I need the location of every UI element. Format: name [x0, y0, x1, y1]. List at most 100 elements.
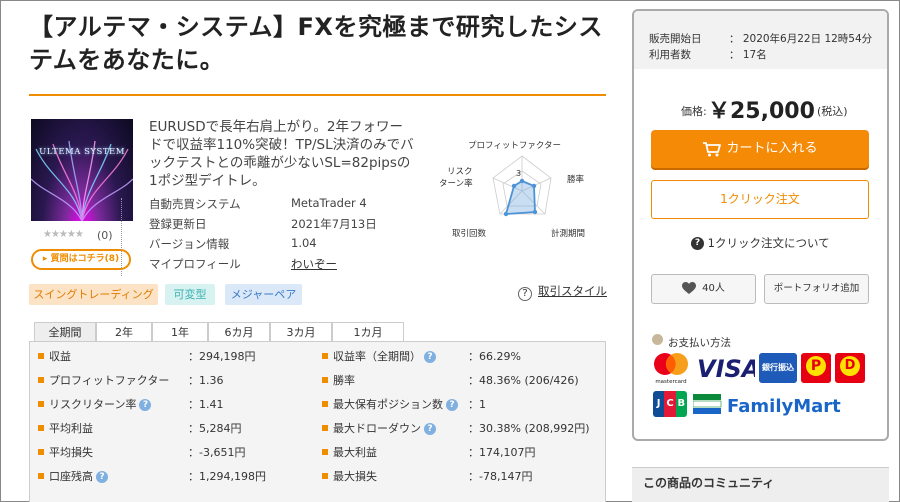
heart-icon — [682, 281, 697, 294]
jcb-logo-icon: J C B — [653, 391, 687, 417]
sale-start-value: ： 2020年6月22日 12時54分 — [729, 33, 873, 45]
payment-dot-icon — [652, 334, 663, 345]
mastercard-logo-icon: mastercard — [654, 353, 688, 385]
radar-label-trades: 取引回数 — [452, 228, 487, 239]
rating-stars: ★★★★★ — [43, 229, 84, 240]
radar-label-period: 計測期間 — [551, 228, 585, 239]
info-value: 1.04 — [291, 236, 317, 250]
tab-1y[interactable]: 1年 — [152, 322, 208, 343]
bullet-icon — [38, 377, 44, 383]
help-icon[interactable]: ? — [518, 286, 532, 301]
info-row-version: バージョン情報 1.04 — [149, 236, 379, 256]
users-value: ： 17名 — [729, 49, 767, 61]
tab-all[interactable]: 全期間 — [34, 322, 96, 343]
svg-text:VISA: VISA — [697, 355, 755, 381]
stat-profit: 収益 ：294,198円 — [38, 347, 318, 367]
stats-panel: 収益 ：294,198円 プロフィットファクター ：1.36 リスクリターン率? ：1… — [29, 341, 606, 502]
bullet-icon — [322, 425, 328, 431]
info-row-platform: 自動売買システム MetaTrader 4 — [149, 196, 379, 216]
stat-avg-profit: 平均利益 ：5,284円 — [38, 419, 318, 439]
tag-variable[interactable]: 可変型 — [165, 284, 215, 305]
visa-logo-icon: VISA — [697, 355, 755, 381]
info-value: 2021年7月13日 — [291, 217, 377, 231]
radar-label-winrate: 勝率 — [567, 174, 585, 185]
bullet-icon — [38, 425, 44, 431]
one-click-about-link[interactable]: ? 1クリック注文について — [691, 235, 830, 251]
stat-max-profit: 最大利益 ：174,107円 — [322, 443, 602, 463]
bullet-icon — [38, 401, 44, 407]
portfolio-add-button[interactable]: ポートフォリオ追加 — [764, 274, 869, 304]
tab-2y[interactable]: 2年 — [96, 322, 152, 343]
bullet-icon — [322, 353, 328, 359]
radar-center-value: 3 — [516, 169, 521, 178]
ask-arrow-icon: ▸ — [42, 254, 51, 264]
one-click-order-button[interactable]: 1クリック注文 — [651, 180, 869, 219]
product-thumbnail[interactable]: ULTEMA SYSTEM — [31, 119, 133, 221]
svg-text:mastercard: mastercard — [655, 379, 686, 385]
stat-avg-loss: 平均損失 ：-3,651円 — [38, 443, 318, 463]
payeasy-logo-icon: P — [801, 353, 831, 383]
info-row-profile: マイプロフィール わいぞー — [149, 256, 379, 276]
thumbnail-title: ULTEMA SYSTEM — [39, 147, 125, 157]
tab-1m[interactable]: 1カ月 — [332, 322, 404, 343]
stat-max-drawdown: 最大ドローダウン? ：30.38% (208,992円) — [322, 419, 602, 439]
stat-max-positions: 最大保有ポジション数? ：1 — [322, 395, 602, 415]
payment-label: お支払い方法 — [668, 337, 731, 349]
add-to-cart-button[interactable]: カートに入れる — [651, 130, 869, 168]
radar-chart: 3 プロフィットファクター 勝率 計測期間 取引回数 リスク ターン率 — [439, 141, 585, 239]
svg-text:FamilyMart: FamilyMart — [727, 396, 841, 416]
info-value: MetaTrader 4 — [291, 196, 367, 210]
price-label: 価格: — [681, 105, 707, 118]
rating-count: (0) — [97, 229, 113, 242]
bullet-icon — [38, 473, 44, 479]
title-divider — [29, 94, 606, 96]
info-key: 自動売買システム — [149, 197, 241, 211]
tab-3m[interactable]: 3カ月 — [270, 322, 332, 343]
tag-major-pair[interactable]: メジャーペア — [225, 284, 302, 305]
bullet-icon — [322, 473, 328, 479]
thumbnail-rays — [31, 140, 133, 221]
help-icon: ? — [691, 237, 704, 250]
info-key: マイプロフィール — [149, 257, 241, 271]
tag-swing[interactable]: スイングトレーディング — [29, 284, 158, 305]
help-icon[interactable]: ? — [424, 423, 436, 435]
info-row-updated: 登録更新日 2021年7月13日 — [149, 216, 379, 236]
stat-risk-return: リスクリターン率? ：1.41 — [38, 395, 318, 415]
help-icon[interactable]: ? — [424, 351, 436, 363]
product-description: EURUSDで長年右肩上がり。2年フォワードで収益率110%突破！TP/SL決済… — [149, 119, 414, 189]
stat-max-loss: 最大損失 ：-78,147円 — [322, 467, 602, 487]
trade-style-link[interactable]: 取引スタイル — [538, 283, 607, 299]
stat-win-rate: 勝率 ：48.36% (206/426) — [322, 371, 602, 391]
stat-profit-factor: プロフィットファクター ：1.36 — [38, 371, 318, 391]
sale-start-label: 販売開始日 — [649, 33, 702, 45]
price: ￥25,000 — [708, 99, 815, 124]
price-tax: (税込) — [817, 105, 848, 118]
help-icon[interactable]: ? — [446, 399, 458, 411]
bullet-icon — [322, 449, 328, 455]
daily-logo-icon: D — [835, 353, 865, 383]
users-label: 利用者数 — [649, 49, 691, 61]
bullet-icon — [322, 401, 328, 407]
bullet-icon — [38, 449, 44, 455]
bullet-icon — [322, 377, 328, 383]
info-key: 登録更新日 — [149, 217, 207, 231]
sidebar-meta: 販売開始日 ： 2020年6月22日 12時54分 利用者数 ： 17名 — [634, 11, 887, 69]
bank-transfer-logo-icon: 銀行振込 — [759, 353, 797, 383]
familymart-logo-icon: FamilyMart — [693, 394, 841, 416]
tab-6m[interactable]: 6カ月 — [208, 322, 270, 343]
radar-label-return: ターン率 — [439, 178, 473, 189]
ask-question-button[interactable]: ▸ 質問はコチラ(8) — [31, 249, 131, 270]
product-title: 【アルテマ・システム】FXを究極まで研究したシステムをあなたに。 — [29, 13, 603, 74]
radar-label-pf: プロフィットファクター — [468, 141, 561, 151]
favorite-button[interactable]: 40人 — [651, 274, 756, 304]
community-title: この商品のコミュニティ — [643, 476, 775, 490]
help-icon[interactable]: ? — [96, 471, 108, 483]
cart-icon — [703, 141, 722, 156]
info-divider — [121, 198, 122, 276]
bullet-icon — [38, 353, 44, 359]
help-icon[interactable]: ? — [139, 399, 152, 411]
profile-link[interactable]: わいぞー — [291, 256, 337, 272]
radar-label-risk: リスク — [447, 167, 473, 177]
stat-balance: 口座残高? ：1,294,198円 — [38, 467, 318, 487]
info-key: バージョン情報 — [149, 237, 230, 251]
